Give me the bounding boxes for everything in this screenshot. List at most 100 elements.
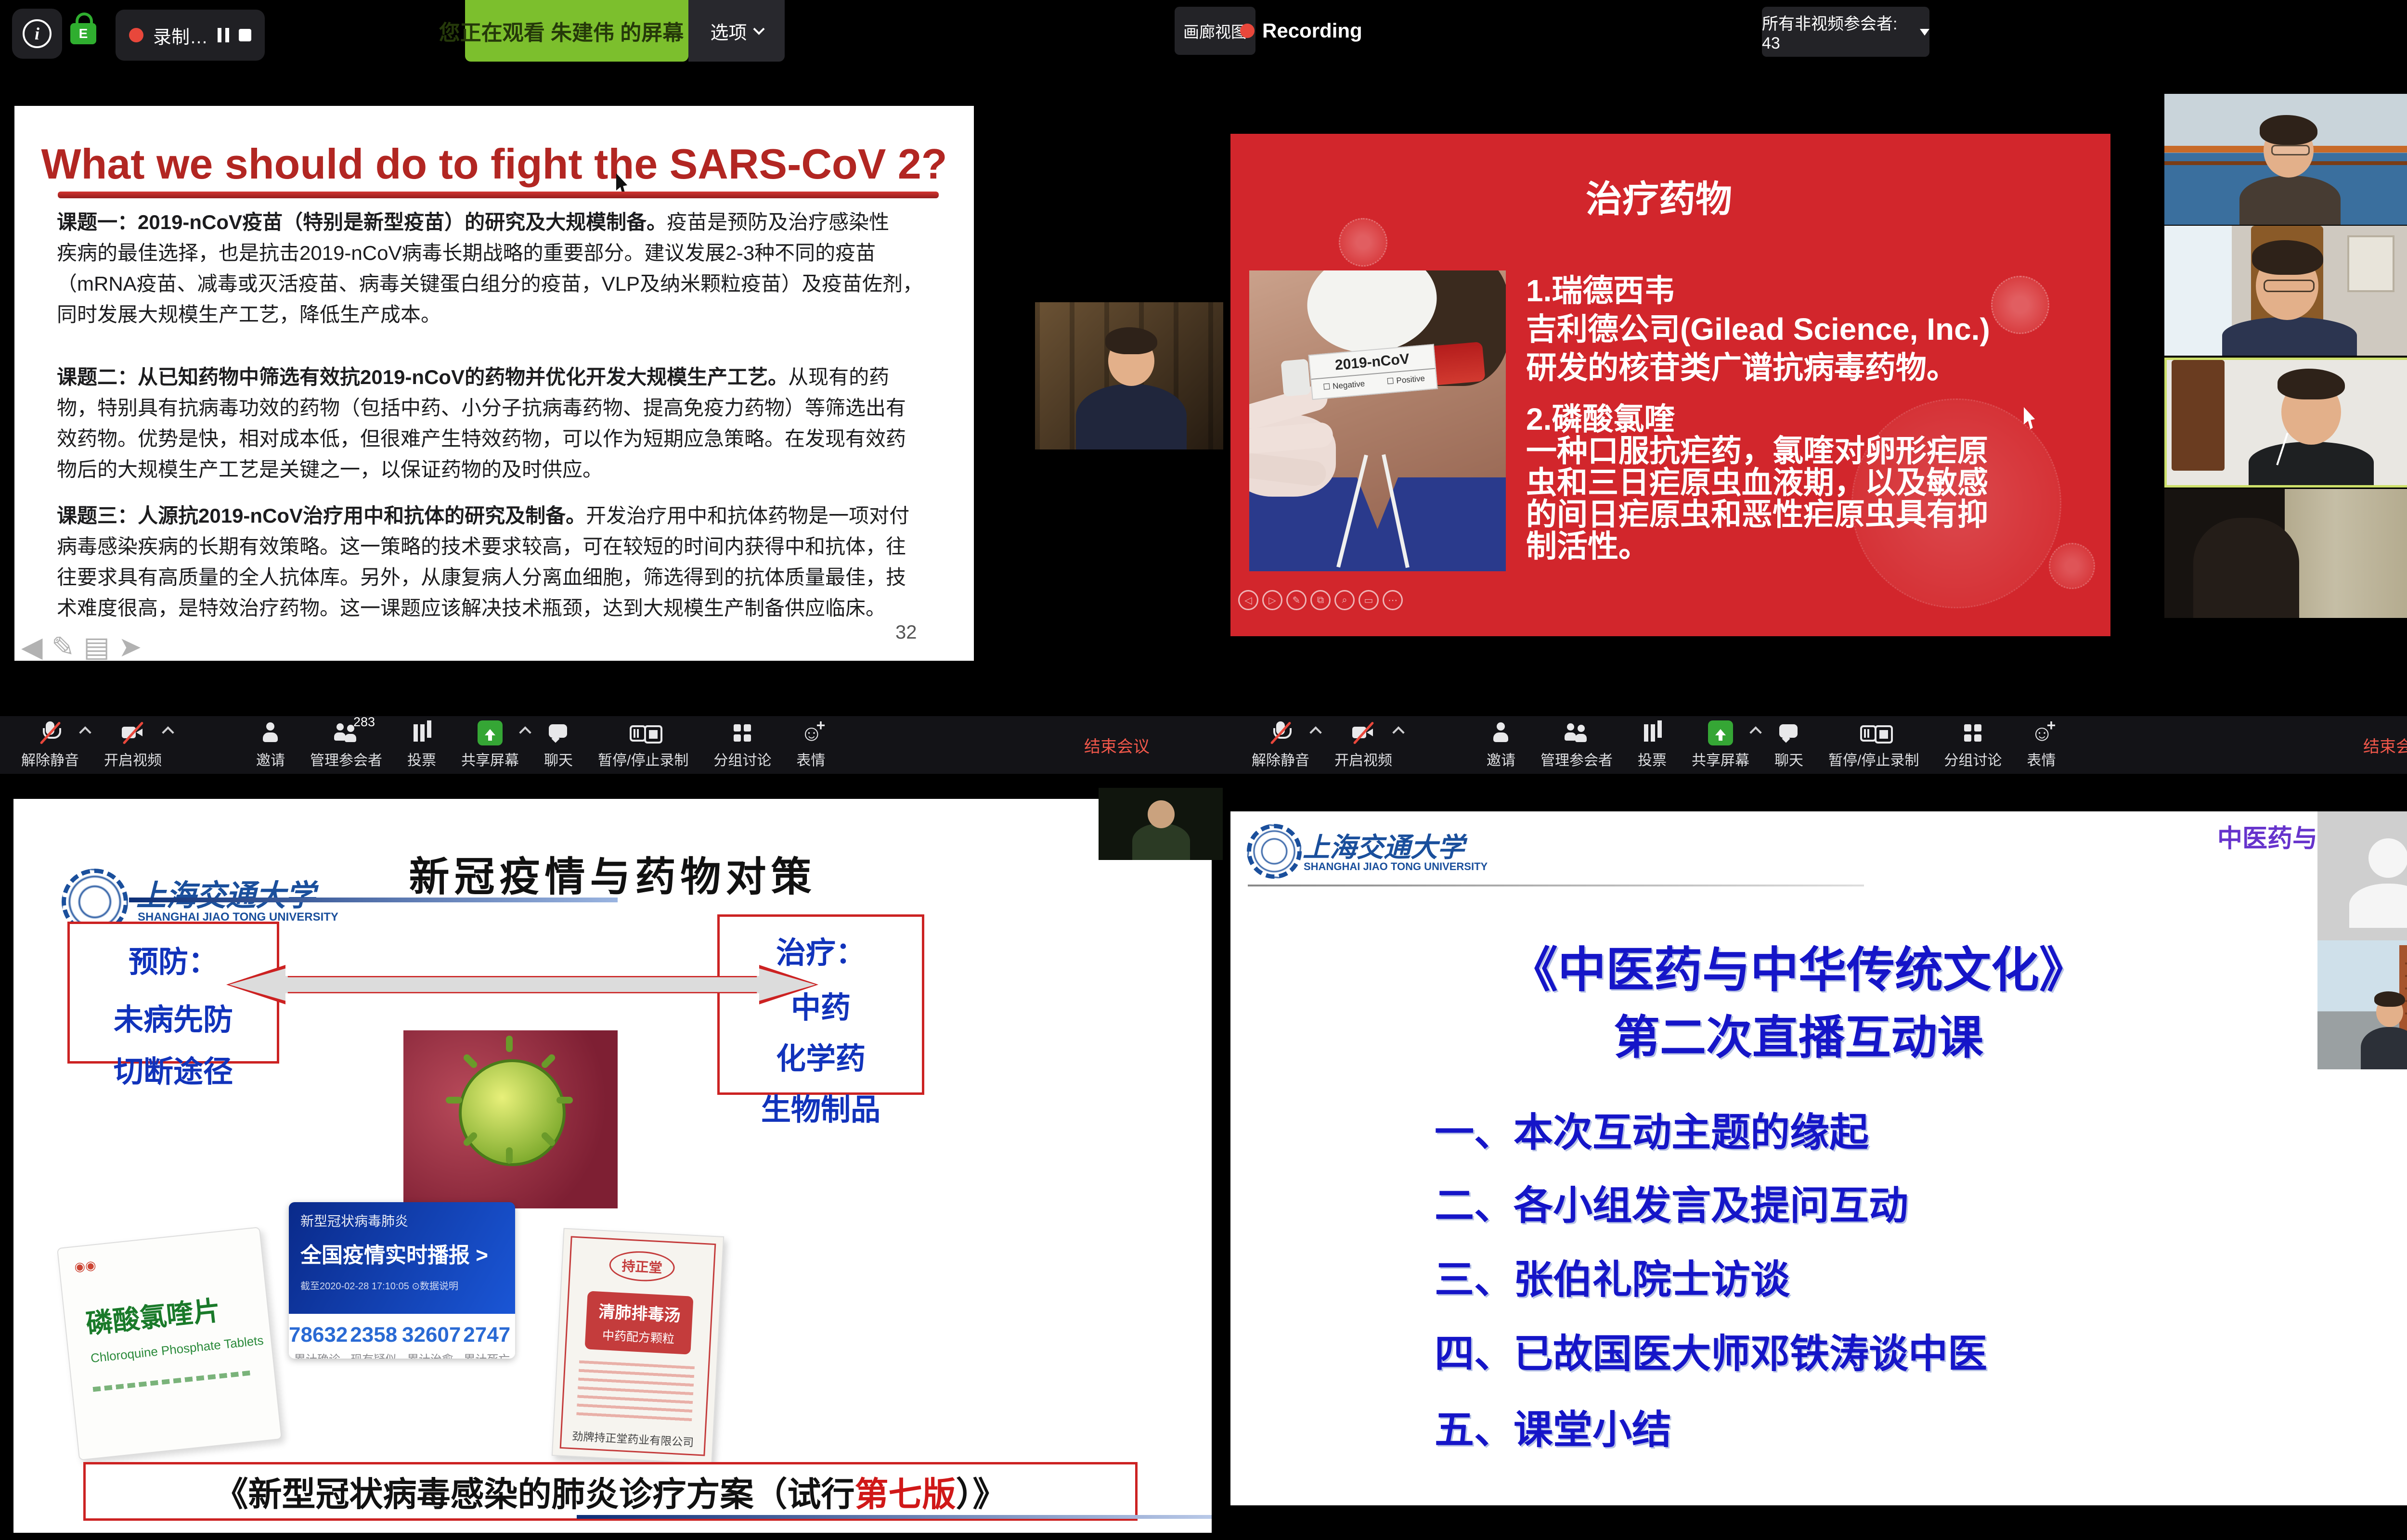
unmute-button[interactable]: 解除静音: [1252, 720, 1309, 770]
chevron-up-icon[interactable]: [79, 726, 91, 738]
toolbar-item-label: 聊天: [544, 748, 573, 770]
share-screen-button[interactable]: 共享屏幕: [461, 720, 519, 770]
text-line: 2.磷酸氯喹: [1526, 403, 1988, 435]
paragraph-tail: 开发治疗用中和抗体药物是一项对付: [586, 504, 909, 527]
virus-decoration: [2049, 543, 2095, 589]
virus-spike: [540, 1053, 556, 1069]
start-video-button[interactable]: 开启视频: [1334, 720, 1392, 770]
more-icon[interactable]: ⋯: [1383, 590, 1403, 610]
breakout-rooms-button[interactable]: 分组讨论: [1944, 720, 2002, 770]
manage-participants-button[interactable]: 283管理参会者: [310, 720, 382, 770]
text-line: 研发的核苷类广谱抗病毒药物。: [1526, 348, 1990, 387]
polls-button[interactable]: 投票: [1638, 720, 1667, 770]
paragraph-tail: 从现有的药: [788, 366, 889, 388]
non-video-participants-pill[interactable]: 所有非视频参会者: 43: [1762, 7, 1929, 57]
chat-icon: [546, 720, 571, 745]
composite-screenshot: i E 录制… 您正在观看 朱建伟 的屏幕 选项 What we should …: [0, 0, 2407, 1540]
sjtu-logo-cn: 上海交通大学: [1303, 826, 1464, 865]
toolbar-item-label: 管理参会者: [310, 748, 382, 770]
bottom-divider: [577, 1515, 1212, 1519]
chevron-up-icon[interactable]: [1309, 726, 1321, 738]
chevron-up-icon[interactable]: [1392, 726, 1404, 738]
invite-button[interactable]: 邀请: [1487, 720, 1515, 770]
share-screen-button[interactable]: 共享屏幕: [1692, 720, 1749, 770]
next-icon[interactable]: ▷: [1262, 590, 1282, 610]
stop-recording-icon[interactable]: [239, 29, 251, 41]
slideshow-nav-icons[interactable]: ◀✎▤➤: [21, 630, 151, 663]
recpause-icon: [1861, 720, 1886, 745]
slash-icon: [1270, 721, 1292, 744]
toolbar-item-label: 解除静音: [1252, 748, 1309, 770]
manage-participants-button[interactable]: 管理参会者: [1540, 720, 1613, 770]
video-thumbnail-speaker[interactable]: [1035, 302, 1223, 449]
record-dot-icon: [1240, 24, 1255, 38]
video-thumbnail-active-speaker[interactable]: [2164, 358, 2407, 488]
pause-recording-icon[interactable]: [218, 28, 229, 42]
participants-pill-label: 所有非视频参会者: 43: [1762, 11, 1912, 53]
reactions-button[interactable]: 表情: [2027, 720, 2056, 770]
pen-icon[interactable]: ✎: [1286, 590, 1307, 610]
toolbar-item-label: 共享屏幕: [461, 748, 519, 770]
prevention-item: 切断途径: [70, 1047, 277, 1091]
breakout-icon: [730, 720, 755, 745]
stat-label: 累计治愈: [402, 1350, 459, 1359]
chevron-up-icon[interactable]: [162, 726, 174, 738]
pause-stop-recording-button[interactable]: 暂停/停止录制: [598, 720, 688, 770]
recording-label: Recording: [1262, 19, 1362, 42]
meeting-info-button[interactable]: i: [12, 9, 62, 59]
slash-icon: [1353, 721, 1374, 744]
chat-button[interactable]: 聊天: [1774, 720, 1803, 770]
tube-positive-checkbox: ☐ Positive: [1386, 374, 1425, 387]
cam-icon: [120, 720, 145, 745]
breakout-rooms-button[interactable]: 分组讨论: [713, 720, 771, 770]
prevention-title: 预防：: [70, 937, 277, 981]
paragraph-lead: 课题一：2019-nCoV疫苗（特别是新型疫苗）的研究及大规模制备。: [57, 211, 667, 233]
slideshow-nav-buttons[interactable]: ◁▷✎⧉⌕▭⋯: [1238, 590, 1403, 610]
screen-icon[interactable]: ▭: [1359, 590, 1379, 610]
zoom-toolbar-left: 解除静音开启视频 邀请 283管理参会者投票共享屏幕 聊天 暂停/停止录制分组讨论 表情 结…: [0, 716, 1231, 774]
drug-text-block-2: 2.磷酸氯喹一种口服抗疟药，氯喹对卵形疟原虫和三日疟原虫血液期，以及敏感的间日疟…: [1526, 403, 1988, 562]
end-meeting-button[interactable]: 结束会议: [2363, 733, 2407, 757]
video-thumbnail-participant-1[interactable]: [2164, 94, 2407, 225]
stat-value: 2358: [346, 1323, 402, 1347]
reactions-button[interactable]: 表情: [796, 720, 825, 770]
video-thumbnail-participant-4[interactable]: [2164, 489, 2407, 618]
toolbar-item-label: 投票: [1638, 748, 1667, 770]
video-thumbnail-outdoor[interactable]: [2317, 940, 2407, 1069]
invite-button[interactable]: 邀请: [256, 720, 285, 770]
person-body: [1132, 823, 1190, 860]
toolbar-item-label: 开启视频: [104, 748, 162, 770]
text-line: 往要求具有高质量的全人抗体库。另外，从康复病人分离血细胞，筛选得到的抗体质量最佳…: [57, 562, 962, 593]
video-thumbnail-corner[interactable]: [1099, 788, 1223, 860]
toolbar-item-label: 分组讨论: [713, 748, 771, 770]
text-line: 物后的大规模生产工艺是关键之一，以保证药物的及时供应。: [57, 454, 962, 485]
start-video-button[interactable]: 开启视频: [104, 720, 162, 770]
chloroquine-box-image: ◉◉ 磷酸氯喹片 Chloroquine Phosphate Tablets: [57, 1227, 282, 1461]
banner-highlight: 第七版: [855, 1467, 956, 1516]
polls-button[interactable]: 投票: [407, 720, 436, 770]
test-tube: 2019-nCoV ☐ Negative ☐ Positive: [1281, 339, 1486, 402]
person-head: [1148, 800, 1175, 828]
cam-icon: [1351, 720, 1376, 745]
zoom-icon[interactable]: ⌕: [1334, 590, 1355, 610]
video-thumbnail-participant-2[interactable]: [2164, 226, 2407, 356]
stat-value: 32607: [402, 1323, 459, 1347]
pause-stop-recording-button[interactable]: 暂停/停止录制: [1828, 720, 1919, 770]
slides-icon[interactable]: ⧉: [1310, 590, 1331, 610]
react-icon: [798, 720, 823, 745]
unmute-button[interactable]: 解除静音: [21, 720, 79, 770]
card-headline: 全国疫情实时播报 >: [300, 1238, 504, 1269]
toolbar-item-label: 表情: [796, 748, 825, 770]
avatar: [2368, 838, 2407, 878]
prev-icon[interactable]: ◁: [1238, 590, 1258, 610]
virus-image: [403, 1030, 618, 1208]
chevron-up-icon[interactable]: [519, 726, 531, 738]
title-underline: [58, 192, 939, 198]
chat-button[interactable]: 聊天: [544, 720, 573, 770]
options-button[interactable]: 选项: [688, 0, 785, 62]
toolbar-item-label: 表情: [2027, 748, 2056, 770]
end-meeting-button[interactable]: 结束会议: [1084, 733, 1150, 757]
video-thumbnail-avatar[interactable]: [2317, 811, 2407, 940]
banner-text: 您正在观看 朱建伟 的屏幕: [439, 15, 684, 46]
chevron-up-icon[interactable]: [1749, 726, 1761, 738]
